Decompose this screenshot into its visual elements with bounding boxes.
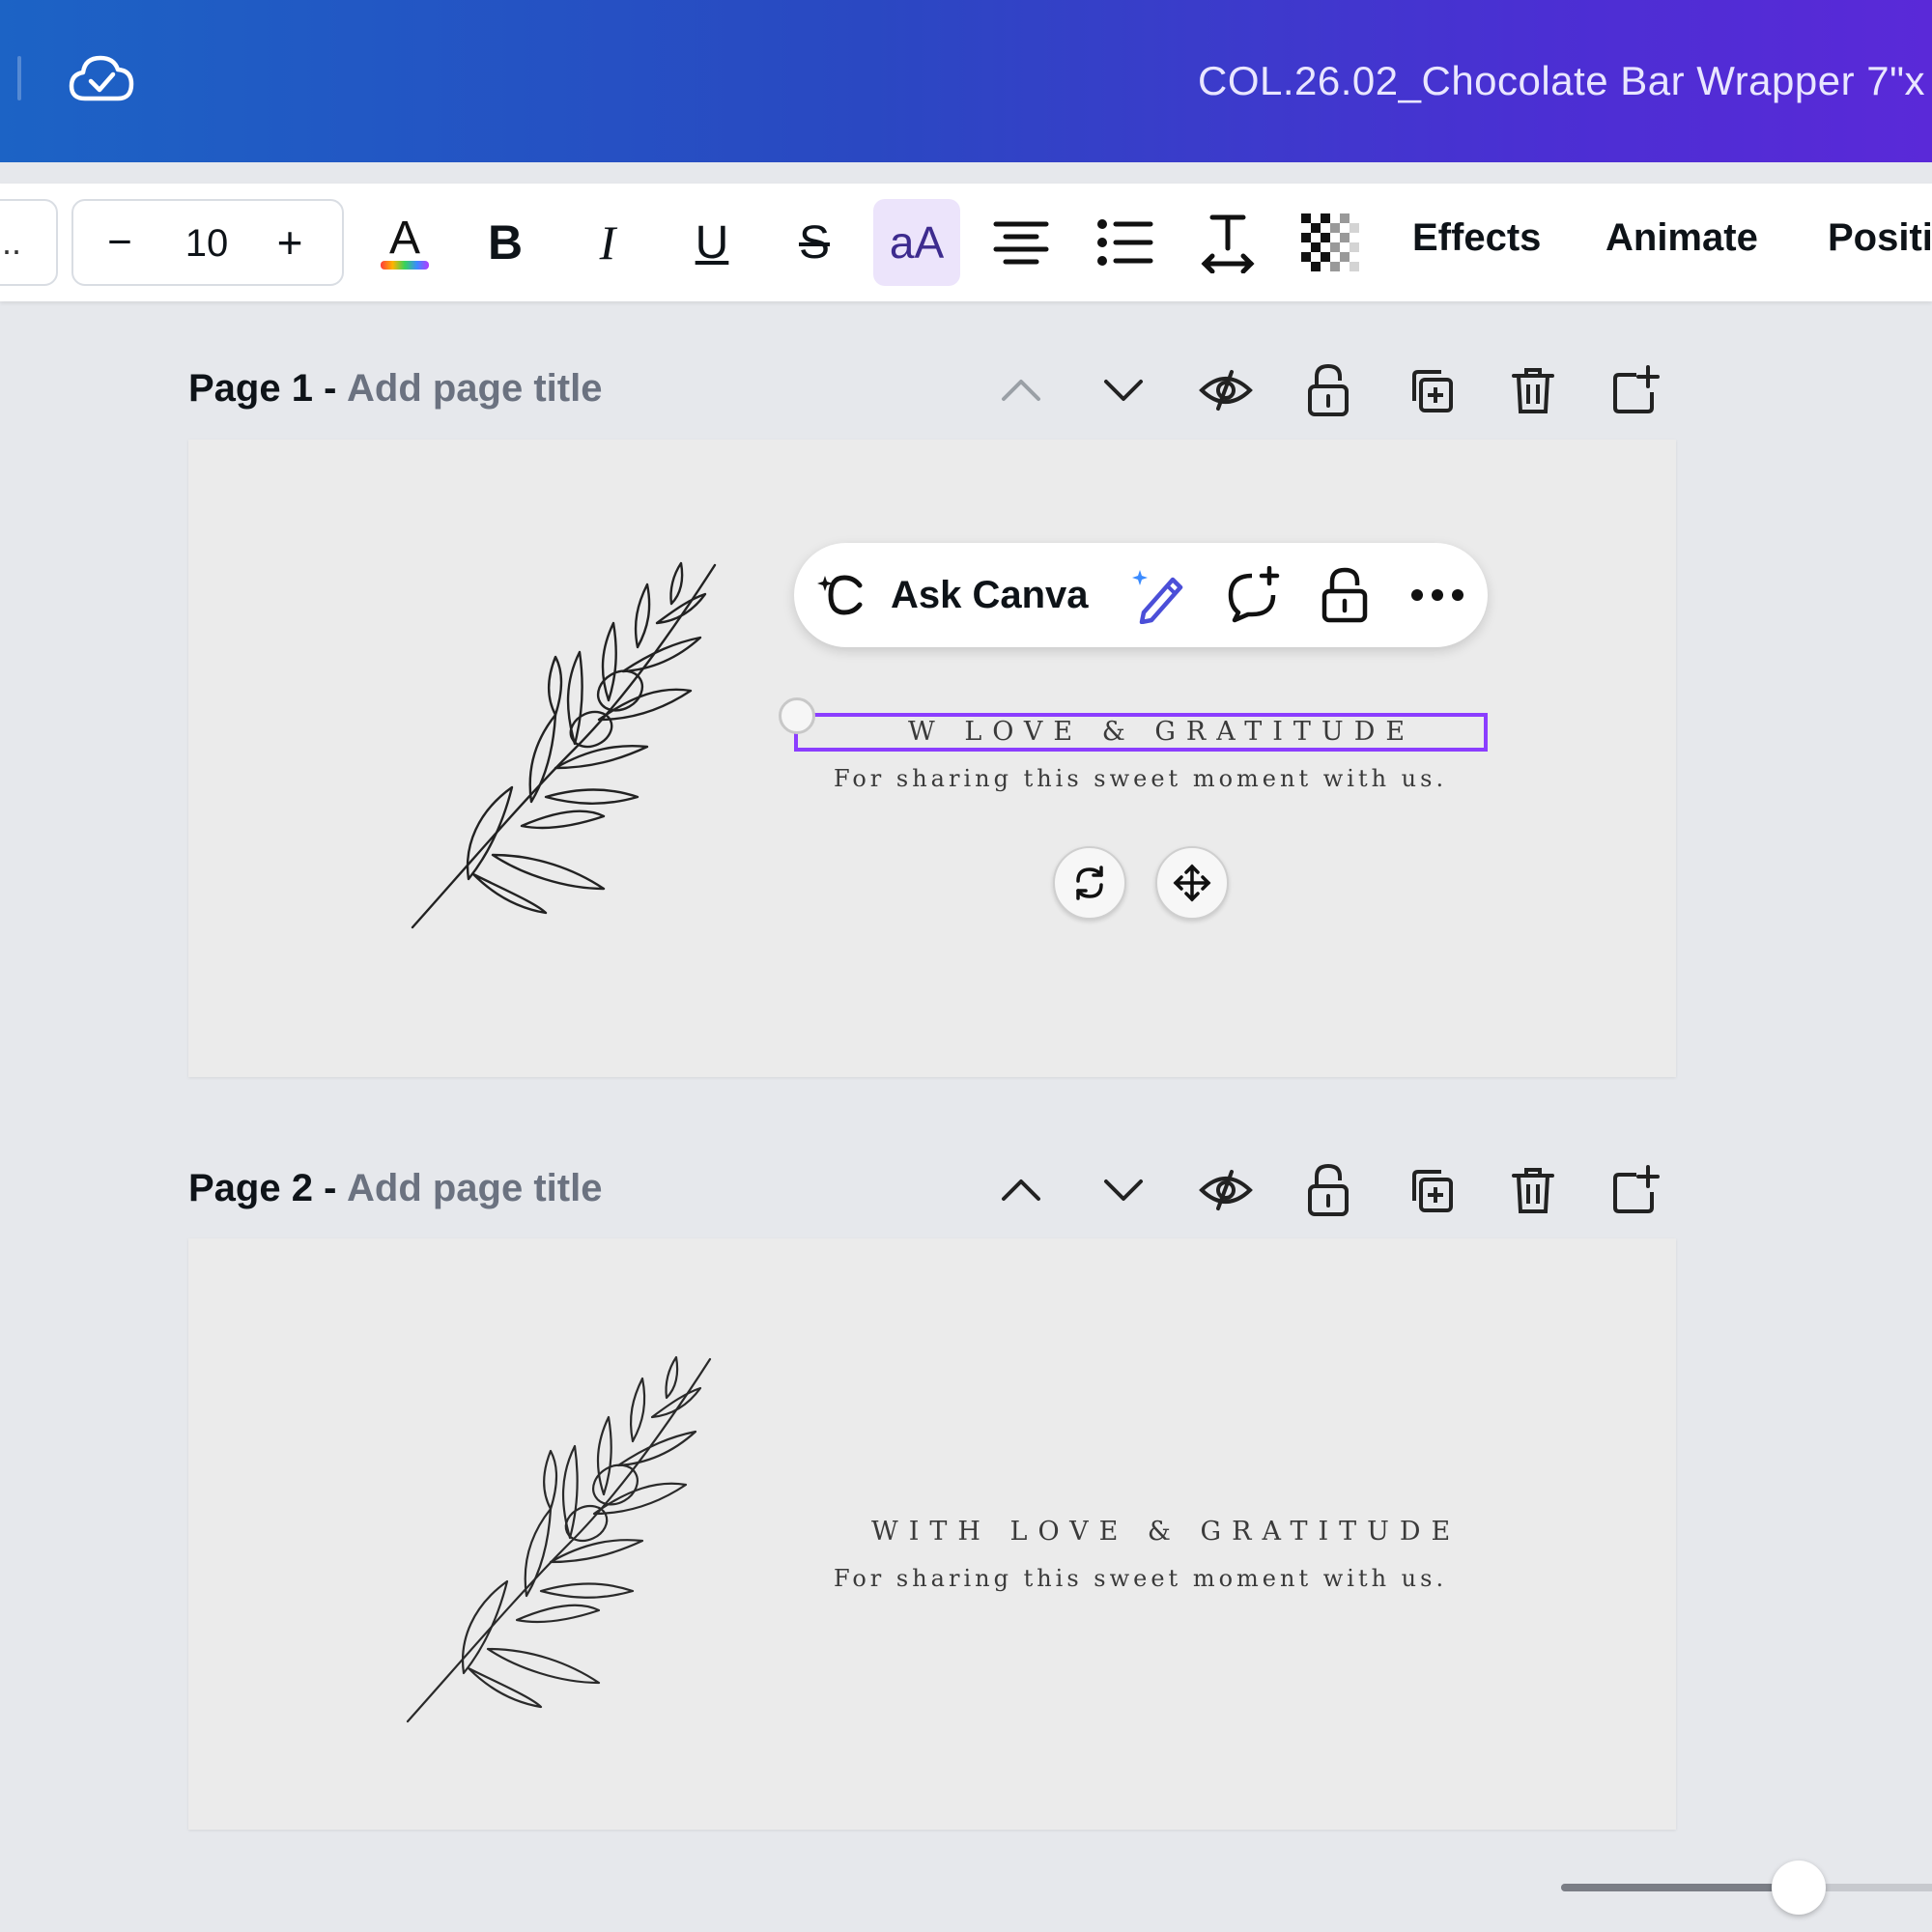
page-2-label: Page 2 - [188,1167,337,1209]
move-page-up-icon[interactable] [990,359,1052,421]
headline-text[interactable]: WITH LOVE & GRATITUDE [871,1517,1461,1547]
olive-branch-illustration [406,1355,712,1723]
lock-page-icon[interactable] [1297,359,1359,421]
add-comment-icon[interactable] [1221,564,1283,626]
subline-text[interactable]: For sharing this sweet moment with us. [834,765,1447,792]
italic-button[interactable]: I [564,199,651,286]
page-1-canvas[interactable]: W LOVE & GRATITUDE For sharing this swee… [188,440,1676,1077]
decrease-font-size-button[interactable]: − [100,218,139,267]
move-page-up-icon[interactable] [990,1159,1052,1221]
spacing-button[interactable] [1184,199,1271,286]
zoom-slider-fill [1561,1884,1799,1891]
strikethrough-button[interactable]: S [771,199,858,286]
element-context-menu: Ask Canva [794,543,1488,647]
text-spacing-icon [1201,214,1255,273]
effects-button[interactable]: Effects [1412,216,1541,260]
svg-text:A: A [389,213,420,264]
page-1-header: Page 1 - Add page title [188,359,1676,417]
align-center-icon [993,221,1049,265]
bullet-list-button[interactable] [1082,199,1169,286]
strikethrough-label: S [798,216,830,269]
text-selection-box[interactable] [794,713,1488,752]
font-size-stepper: − 10 + [71,199,344,286]
hide-page-icon[interactable] [1195,1159,1257,1221]
subline-text[interactable]: For sharing this sweet moment with us. [834,1565,1447,1592]
hide-page-icon[interactable] [1195,359,1257,421]
rotate-icon[interactable] [1053,846,1126,920]
page-2-title-input[interactable]: Add page title [347,1167,602,1210]
move-page-down-icon[interactable] [1093,1159,1154,1221]
lock-element-icon[interactable] [1314,564,1376,626]
delete-page-icon[interactable] [1502,1159,1564,1221]
position-button[interactable]: Positi [1828,216,1932,260]
zoom-slider-thumb[interactable] [1772,1861,1826,1915]
page-2-canvas[interactable]: WITH LOVE & GRATITUDE For sharing this s… [188,1238,1676,1830]
divider [17,56,21,100]
olive-branch-illustration [411,561,717,929]
letter-case-button[interactable]: aA [873,199,960,286]
bullet-list-icon [1097,219,1153,266]
duplicate-page-icon[interactable] [1400,1159,1462,1221]
canva-assistant-icon[interactable] [813,564,875,626]
lock-page-icon[interactable] [1297,1159,1359,1221]
animate-button[interactable]: Animate [1605,216,1758,260]
align-center-button[interactable] [978,199,1065,286]
page-2-header: Page 2 - Add page title [188,1159,1676,1217]
transparency-icon [1301,213,1359,271]
top-bar: COL.26.02_Chocolate Bar Wrapper 7"x [0,0,1932,162]
magic-edit-icon[interactable] [1128,564,1190,626]
increase-font-size-button[interactable]: + [270,216,309,269]
ask-canva-button[interactable]: Ask Canva [891,574,1089,617]
more-options-icon[interactable] [1406,564,1468,626]
font-family-label: .. [2,222,22,262]
document-title[interactable]: COL.26.02_Chocolate Bar Wrapper 7"x [1198,58,1925,104]
transparency-button[interactable] [1287,199,1374,286]
font-size-input[interactable]: 10 [168,222,245,266]
italic-label: I [599,215,616,270]
text-color-icon: A [381,213,429,270]
bold-button[interactable]: B [462,199,549,286]
letter-case-label: aA [889,217,945,268]
underline-button[interactable]: U [668,199,755,286]
font-family-dropdown[interactable]: .. [0,199,58,286]
move-page-down-icon[interactable] [1093,359,1154,421]
text-color-button[interactable]: A [361,199,448,286]
resize-handle[interactable] [779,697,815,734]
page-1-label: Page 1 - [188,367,337,410]
bold-label: B [487,215,524,270]
move-icon[interactable] [1155,846,1229,920]
cloud-check-icon[interactable] [68,50,135,108]
underline-label: U [695,216,729,269]
add-page-icon[interactable] [1605,1159,1666,1221]
delete-page-icon[interactable] [1502,359,1564,421]
add-page-icon[interactable] [1605,359,1666,421]
page-1-title-input[interactable]: Add page title [347,367,602,411]
duplicate-page-icon[interactable] [1400,359,1462,421]
text-toolbar: .. − 10 + A B I U S aA Effects Animate P… [0,184,1932,301]
